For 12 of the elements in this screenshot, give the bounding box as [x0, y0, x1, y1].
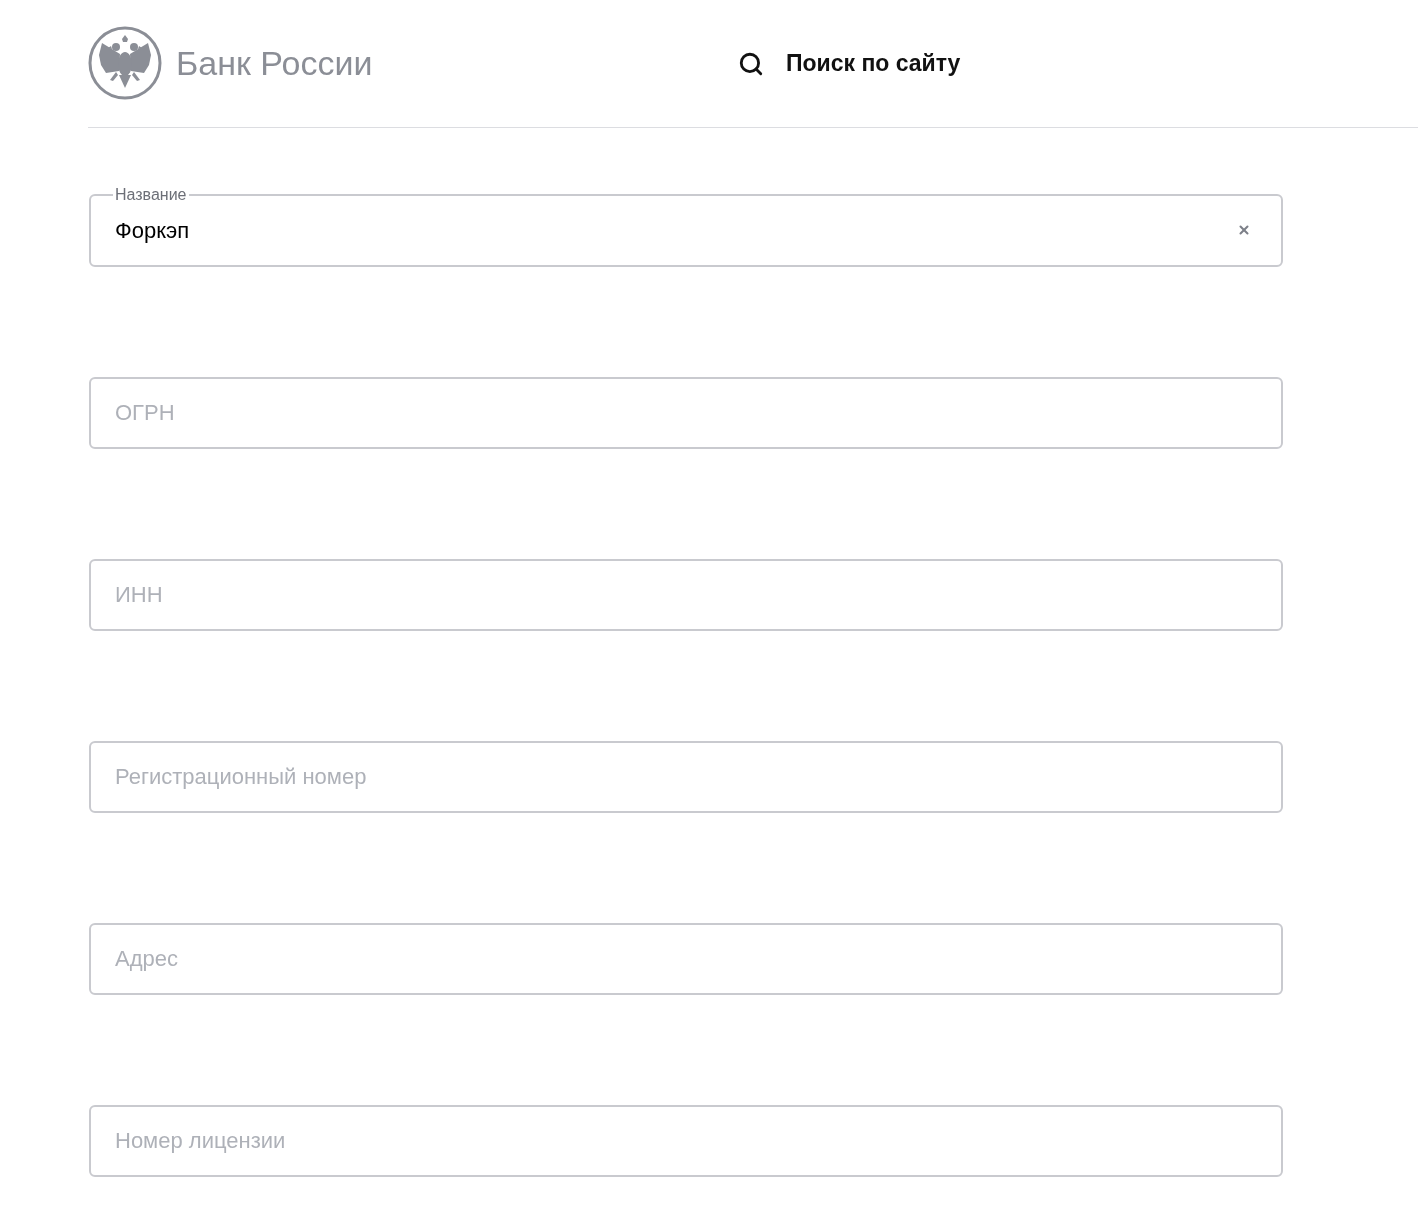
search-icon [738, 50, 764, 77]
close-icon [1237, 223, 1251, 237]
field-value[interactable]: Форкэп [115, 213, 1233, 247]
input-field[interactable]: ОГРН [89, 377, 1283, 449]
field-label: Название [114, 186, 188, 204]
search-button[interactable]: Поиск по сайту [738, 46, 961, 81]
input-field[interactable]: Номер лицензии [89, 1105, 1283, 1177]
input-field[interactable]: ИНН [89, 559, 1283, 631]
input-field[interactable]: Адрес [89, 923, 1283, 995]
input-field[interactable]: Регистрационный номер [89, 741, 1283, 813]
input-field[interactable]: Название Форкэп [89, 186, 1283, 267]
eagle-emblem-icon [88, 25, 162, 100]
